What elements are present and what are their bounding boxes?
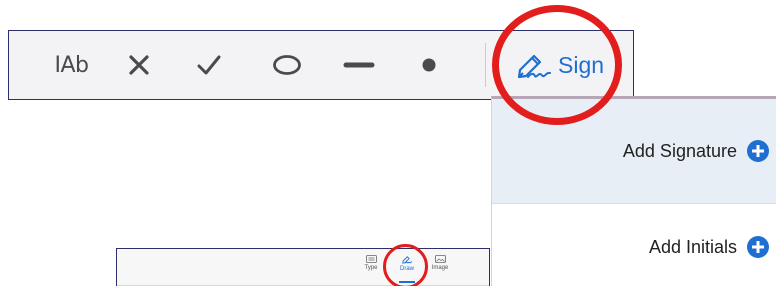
sign-dropdown-menu: Add Signature Add Initials — [491, 96, 776, 286]
toolbar-divider — [485, 43, 486, 87]
tab-draw-label: Draw — [399, 266, 414, 272]
image-icon — [434, 255, 446, 263]
tab-image-label: Image — [431, 265, 449, 271]
plus-circle-icon — [747, 140, 769, 162]
tab-type[interactable]: Type — [355, 255, 387, 271]
tab-draw[interactable]: Draw — [391, 255, 423, 272]
cross-tool-button[interactable] — [119, 31, 159, 99]
oval-tool-button[interactable] — [264, 31, 309, 99]
fill-and-sign-toolbar: IAb Sign — [8, 30, 634, 100]
add-initials-label: Add Initials — [648, 236, 737, 257]
line-tool-button[interactable] — [334, 31, 384, 99]
sign-button-label: Sign — [558, 51, 605, 78]
add-initials-item[interactable]: Add Initials — [492, 205, 776, 286]
dot-tool-button[interactable] — [409, 31, 449, 99]
tab-type-label: Type — [364, 265, 378, 271]
checkmark-icon — [197, 55, 221, 75]
dot-icon — [422, 58, 436, 72]
pen-signature-icon — [517, 54, 551, 79]
check-tool-button[interactable] — [189, 31, 229, 99]
sign-button[interactable]: Sign — [514, 31, 604, 99]
add-signature-label: Add Signature — [622, 140, 737, 161]
text-tool-button[interactable]: IAb — [44, 31, 99, 99]
tab-image[interactable]: Image — [424, 255, 456, 271]
plus-circle-icon — [747, 236, 769, 258]
signature-mode-tabs-inset: Type Draw Image — [116, 248, 490, 286]
cross-icon — [129, 55, 149, 75]
pen-signature-icon — [402, 256, 413, 264]
text-cursor-icon: IAb — [54, 52, 89, 78]
oval-icon — [272, 55, 301, 75]
keyboard-icon — [365, 255, 377, 263]
add-signature-item[interactable]: Add Signature — [492, 99, 776, 204]
line-icon — [343, 62, 375, 68]
active-tab-indicator — [399, 281, 415, 283]
